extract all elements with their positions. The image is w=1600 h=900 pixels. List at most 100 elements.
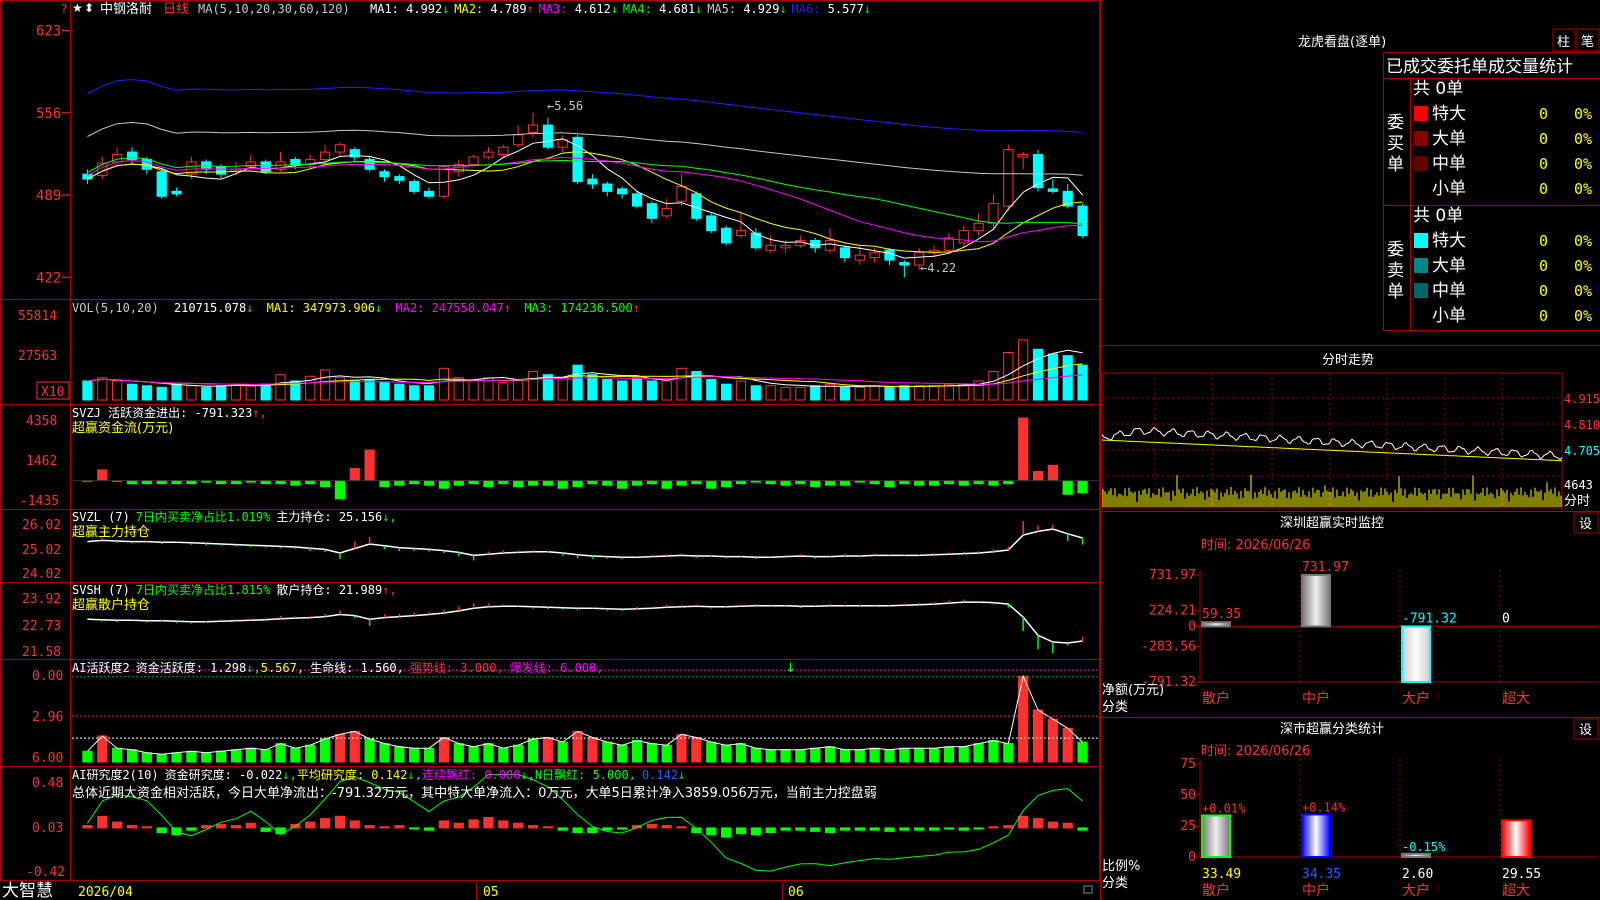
volume-bar: [661, 380, 672, 401]
research-bar: [869, 827, 880, 831]
svsh-ytick-0: 23.92: [22, 592, 61, 607]
ai-active-ytick-0: 0.00: [32, 669, 63, 684]
volume-panel[interactable]: [82, 339, 1088, 401]
candle: [720, 227, 732, 244]
vol-unit: X10: [41, 385, 64, 400]
tab-orders[interactable]: 委托单: [1437, 57, 1488, 77]
order-size-pct: 0%: [1574, 257, 1592, 275]
fund-flow-bar: [453, 480, 464, 486]
monitor-time: 时间: 2026/06/26: [1201, 538, 1310, 553]
order-size-value: 0: [1539, 180, 1548, 198]
side-label: 委买单: [1387, 113, 1404, 175]
activity-bar: [750, 747, 761, 763]
intraday-vol-label: 分时: [1564, 494, 1590, 509]
order-size-swatch: [1414, 283, 1428, 298]
activity-bar: [631, 740, 643, 763]
research-bar: [498, 820, 509, 829]
main-holding-panel[interactable]: [87, 521, 1084, 561]
activity-bar: [468, 746, 479, 763]
cat-bar: [1401, 852, 1431, 859]
ma-line-4: [87, 157, 1083, 225]
volume-bar: [438, 367, 450, 401]
candle: [899, 262, 910, 266]
activity-bar: [1077, 741, 1088, 763]
research-bar: [899, 827, 910, 831]
ma-params: MA(5,10,20,30,60,120): [198, 2, 350, 16]
cat-bar: [1201, 814, 1231, 859]
order-size-value: 0: [1539, 257, 1548, 275]
volume-bar: [795, 386, 806, 401]
tab-filled[interactable]: 已成交: [1386, 57, 1437, 77]
volume-bar: [869, 385, 880, 401]
activity-bar: [1003, 743, 1014, 763]
research-bar: [513, 822, 524, 829]
volume-bar: [557, 377, 568, 401]
research-bar: [349, 820, 360, 829]
ai-activity-panel[interactable]: [72, 669, 1098, 763]
activity-bar: [869, 747, 880, 763]
fund-flow-panel[interactable]: [70, 417, 1100, 500]
ma-legend-item: MA2: 4.789↑: [454, 2, 533, 16]
candle: [884, 249, 895, 261]
activity-bar: [349, 730, 360, 763]
intraday-chart[interactable]: [1101, 372, 1563, 509]
candle: [602, 183, 613, 192]
xaxis-label-1: 05: [483, 885, 499, 900]
classify-chart[interactable]: 75 50 25 0 33.49散户 +0.01% 34.35中户 +0.14% 2.60大户 -…: [1180, 757, 1598, 899]
volume-bar: [676, 367, 687, 401]
svsh-ytick-1: 22.73: [22, 619, 61, 634]
research-bar: [1018, 815, 1029, 829]
fund-flow-bar: [617, 480, 628, 489]
volume-bar: [884, 386, 895, 401]
stock-name[interactable]: 中钢洛耐: [100, 2, 152, 17]
activity-bar: [557, 741, 568, 763]
svzj-ytick-1: 1462: [26, 454, 57, 469]
fund-flow-bar: [1062, 480, 1073, 495]
period-label[interactable]: 日线: [163, 2, 189, 17]
fund-flow-bar: [988, 480, 999, 486]
volume-bar: [1077, 364, 1088, 401]
activity-bar: [423, 747, 435, 763]
activity-bar: [230, 749, 242, 763]
research-bar: [572, 827, 583, 834]
research-bar: [126, 825, 138, 829]
volume-bar: [1018, 339, 1029, 401]
volume-bar: [394, 383, 405, 401]
activity-bar: [483, 743, 494, 763]
fund-flow-bar: [1018, 417, 1029, 482]
activity-bar: [319, 738, 331, 763]
candle: [557, 139, 568, 148]
ai-research-legend: AI研究度2(10) 资金研究度: -0.022↓,平均研究度: 0.142↓,连…: [72, 767, 685, 782]
settings-icon[interactable]: ?: [61, 2, 67, 16]
cat-category-label: 中户: [1302, 690, 1330, 707]
tab-volume-stats[interactable]: 成交量统计: [1488, 57, 1573, 77]
volume-bar: [349, 380, 360, 401]
order-size-swatch: [1414, 233, 1428, 248]
volume-bar: [780, 386, 791, 401]
retail-holding-panel[interactable]: [87, 599, 1084, 654]
fund-flow-bar: [364, 449, 375, 482]
cat-ytick-label: 0: [1188, 619, 1196, 634]
ma-line-5: [87, 121, 1083, 176]
star-icon[interactable]: ★: [72, 1, 83, 15]
activity-bar: [1032, 709, 1044, 763]
volume-bar: [409, 385, 420, 401]
activity-bar: [379, 743, 390, 763]
candle: [735, 230, 747, 237]
candle: [780, 244, 791, 249]
candle: [498, 146, 509, 156]
brand-logo[interactable]: 大智慧: [2, 881, 53, 900]
cat-ytick-label: 224.21: [1149, 604, 1196, 619]
monitor-chart[interactable]: 731.97224.210-283.56-791.3259.35散户731.97…: [1141, 560, 1598, 707]
activity-bar: [839, 749, 851, 763]
cat-ytick-label: -283.56: [1141, 639, 1196, 654]
ma-legend: MA1: 4.992↓ MA2: 4.789↑ MA3: 4.612↓ MA4: 4.…: [370, 2, 871, 16]
fund-flow-bar: [810, 480, 821, 488]
activity-bar: [112, 747, 123, 763]
candle: [156, 171, 167, 197]
lock-icon[interactable]: [1083, 885, 1093, 894]
research-bar: [186, 827, 197, 831]
cat-category-label: 散户: [1202, 882, 1230, 899]
cursor-marker-icon: ⬍: [84, 1, 94, 15]
activity-bar: [275, 743, 286, 763]
